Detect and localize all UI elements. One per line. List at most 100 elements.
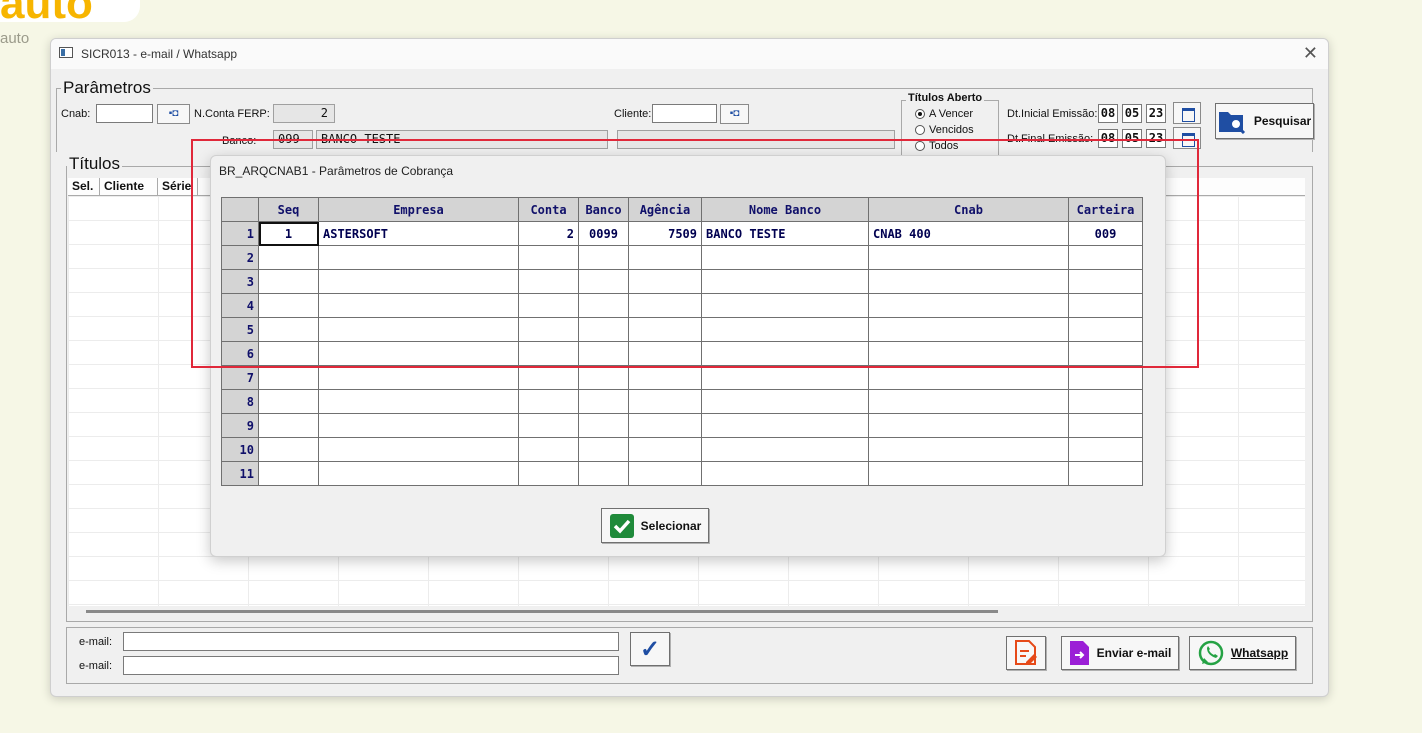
cell-carteira[interactable]: [1068, 389, 1143, 414]
col-conta[interactable]: Conta: [518, 197, 579, 222]
cell-nome-banco[interactable]: [701, 365, 869, 390]
cell-nome-banco[interactable]: [701, 317, 869, 342]
cell-conta[interactable]: [518, 437, 579, 462]
table-row[interactable]: 2: [221, 245, 1143, 270]
cell-empresa[interactable]: [318, 437, 519, 462]
cell-nome-banco[interactable]: [701, 437, 869, 462]
cell-nome-banco[interactable]: BANCO TESTE: [701, 221, 869, 246]
cell-agencia[interactable]: [628, 245, 702, 270]
table-row[interactable]: 4: [221, 293, 1143, 318]
cell-conta[interactable]: [518, 389, 579, 414]
cell-banco[interactable]: [578, 413, 629, 438]
cell-cnab[interactable]: [868, 269, 1069, 294]
table-row[interactable]: 10: [221, 437, 1143, 462]
cell-conta[interactable]: [518, 365, 579, 390]
cell-cnab[interactable]: CNAB 400: [868, 221, 1069, 246]
confirm-email-button[interactable]: ✓: [630, 632, 670, 666]
dt-final-month[interactable]: 05: [1122, 129, 1142, 148]
col-banco[interactable]: Banco: [578, 197, 629, 222]
cell-nome-banco[interactable]: [701, 293, 869, 318]
dt-inicial-year[interactable]: 23: [1146, 104, 1166, 123]
radio-vencidos[interactable]: Vencidos: [915, 124, 974, 136]
table-row[interactable]: 1 1 ASTERSOFT 2 0099 7509 BANCO TESTE CNAB 400 0…: [221, 221, 1143, 246]
cell-nome-banco[interactable]: [701, 413, 869, 438]
cell-cnab[interactable]: [868, 437, 1069, 462]
cnab-lookup-button[interactable]: ▪◘: [157, 104, 190, 124]
cell-nome-banco[interactable]: [701, 245, 869, 270]
cell-empresa[interactable]: [318, 341, 519, 366]
cell-cnab[interactable]: [868, 341, 1069, 366]
col-nome-banco[interactable]: Nome Banco: [701, 197, 869, 222]
cell-carteira[interactable]: [1068, 365, 1143, 390]
cell-cnab[interactable]: [868, 317, 1069, 342]
dt-final-day[interactable]: 08: [1098, 129, 1118, 148]
cliente-input[interactable]: [652, 104, 717, 123]
cell-cnab[interactable]: [868, 365, 1069, 390]
table-row[interactable]: 7: [221, 365, 1143, 390]
cell-conta[interactable]: [518, 341, 579, 366]
cell-cnab[interactable]: [868, 245, 1069, 270]
cell-conta[interactable]: [518, 293, 579, 318]
cell-conta[interactable]: [518, 245, 579, 270]
cell-empresa[interactable]: [318, 269, 519, 294]
col-empresa[interactable]: Empresa: [318, 197, 519, 222]
cell-empresa[interactable]: [318, 461, 519, 486]
cell-nome-banco[interactable]: [701, 461, 869, 486]
cell-conta[interactable]: [518, 461, 579, 486]
cell-carteira[interactable]: [1068, 413, 1143, 438]
cell-empresa[interactable]: [318, 389, 519, 414]
cell-banco[interactable]: [578, 341, 629, 366]
col-carteira[interactable]: Carteira: [1068, 197, 1143, 222]
titulos-col-sel[interactable]: Sel.: [68, 178, 100, 196]
radio-a-vencer[interactable]: A Vencer: [915, 108, 973, 120]
cell-banco[interactable]: 0099: [578, 221, 629, 246]
cell-empresa[interactable]: ASTERSOFT: [318, 221, 519, 246]
cliente-lookup-button[interactable]: ▪◘: [720, 104, 749, 124]
cell-conta[interactable]: 2: [518, 221, 579, 246]
cell-carteira[interactable]: [1068, 269, 1143, 294]
cell-banco[interactable]: [578, 317, 629, 342]
cell-empresa[interactable]: [318, 317, 519, 342]
cell-empresa[interactable]: [318, 365, 519, 390]
cell-seq[interactable]: [258, 293, 319, 318]
cell-carteira[interactable]: [1068, 437, 1143, 462]
titulos-horizontal-scrollbar[interactable]: [86, 610, 998, 613]
cell-empresa[interactable]: [318, 413, 519, 438]
cell-empresa[interactable]: [318, 293, 519, 318]
cell-carteira[interactable]: 009: [1068, 221, 1143, 246]
cell-seq[interactable]: [258, 365, 319, 390]
pesquisar-button[interactable]: Pesquisar: [1215, 103, 1314, 139]
cell-seq[interactable]: [258, 317, 319, 342]
enviar-email-button[interactable]: Enviar e-mail: [1061, 636, 1179, 670]
titulos-col-serie[interactable]: Série: [158, 178, 198, 196]
dt-final-calendar-icon[interactable]: [1173, 127, 1201, 149]
cell-seq[interactable]: 1: [258, 221, 319, 246]
cell-seq[interactable]: [258, 389, 319, 414]
dt-final-year[interactable]: 23: [1146, 129, 1166, 148]
radio-todos[interactable]: Todos: [915, 140, 958, 152]
cell-seq[interactable]: [258, 269, 319, 294]
cell-banco[interactable]: [578, 365, 629, 390]
cell-banco[interactable]: [578, 437, 629, 462]
edit-document-button[interactable]: [1006, 636, 1046, 670]
cnab-input[interactable]: [96, 104, 153, 123]
cell-cnab[interactable]: [868, 389, 1069, 414]
cell-seq[interactable]: [258, 461, 319, 486]
cell-cnab[interactable]: [868, 413, 1069, 438]
cell-carteira[interactable]: [1068, 341, 1143, 366]
cell-agencia[interactable]: [628, 437, 702, 462]
cell-banco[interactable]: [578, 245, 629, 270]
cell-banco[interactable]: [578, 269, 629, 294]
cell-agencia[interactable]: [628, 389, 702, 414]
cell-agencia[interactable]: [628, 317, 702, 342]
cell-seq[interactable]: [258, 245, 319, 270]
titulos-col-cliente[interactable]: Cliente: [100, 178, 158, 196]
cell-carteira[interactable]: [1068, 293, 1143, 318]
close-icon[interactable]: ✕: [1303, 43, 1318, 64]
dt-inicial-calendar-icon[interactable]: [1173, 102, 1201, 124]
cell-agencia[interactable]: [628, 341, 702, 366]
cell-nome-banco[interactable]: [701, 389, 869, 414]
cell-agencia[interactable]: [628, 293, 702, 318]
cell-conta[interactable]: [518, 413, 579, 438]
email-input-1[interactable]: [123, 632, 619, 651]
